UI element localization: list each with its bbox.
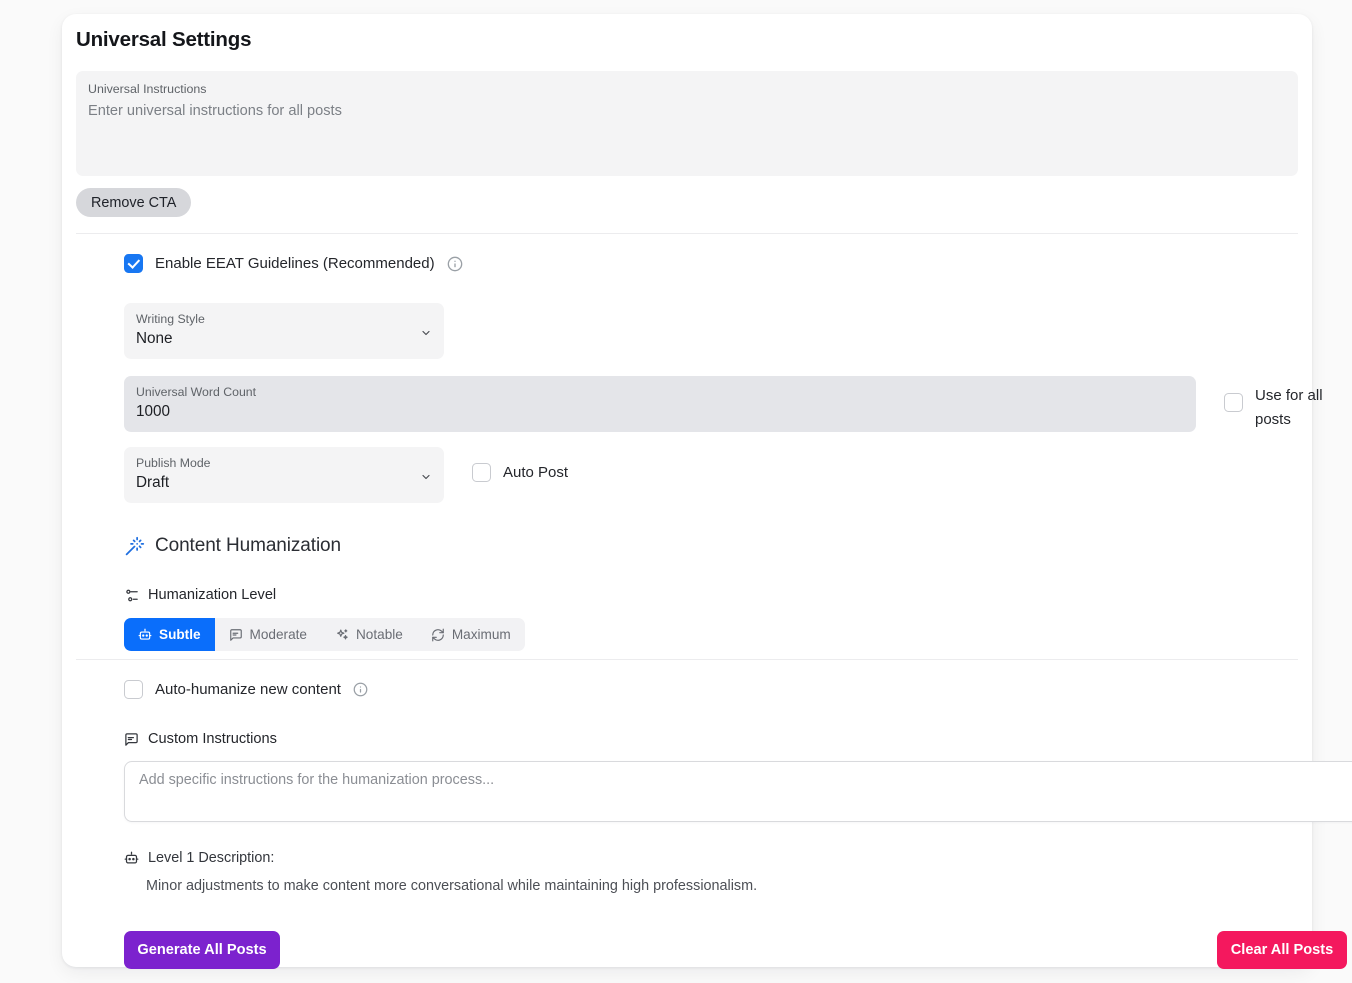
auto-post-row[interactable]: Auto Post [472, 463, 568, 482]
chevron-down-icon[interactable] [420, 327, 430, 337]
message-square-icon [229, 628, 243, 642]
auto-humanize-row[interactable]: Auto-humanize new content [124, 680, 368, 699]
page-root: Universal Settings Universal Instruction… [0, 0, 1352, 983]
custom-instructions-header: Custom Instructions [124, 731, 277, 747]
publish-mode-label: Publish Mode [136, 456, 211, 470]
auto-post-checkbox[interactable] [472, 463, 491, 482]
universal-settings-card: Universal Settings Universal Instruction… [62, 14, 1352, 969]
sliders-icon [124, 588, 139, 603]
custom-instructions-input[interactable]: Add specific instructions for the humani… [124, 761, 1352, 822]
info-circle-icon[interactable] [447, 256, 463, 272]
bot-icon [138, 628, 152, 642]
tab-maximum[interactable]: Maximum [417, 618, 525, 651]
universal-word-count-value: 1000 [136, 403, 171, 420]
remove-cta-button[interactable]: Remove CTA [76, 188, 192, 217]
message-square-icon [124, 732, 139, 747]
universal-word-count-label: Universal Word Count [136, 385, 257, 399]
auto-post-label: Auto Post [503, 464, 569, 481]
bot-icon [124, 851, 139, 866]
level-description-header: Level 1 Description: [124, 850, 274, 866]
custom-instructions-title: Custom Instructions [148, 731, 277, 747]
tab-notable-label: Notable [355, 627, 403, 642]
divider-humanization [76, 659, 1298, 660]
refresh-cw-icon [431, 628, 445, 642]
divider-top [76, 233, 1298, 234]
tab-maximum-label: Maximum [451, 627, 511, 642]
level-description-title: Level 1 Description: [148, 850, 275, 866]
auto-humanize-checkbox[interactable] [124, 680, 143, 699]
tab-moderate-label: Moderate [249, 627, 307, 642]
eeat-checkbox-row[interactable]: Enable EEAT Guidelines (Recommended) [124, 254, 463, 273]
use-for-all-posts-row[interactable]: Use for all posts [1224, 384, 1347, 432]
chevron-down-icon[interactable] [420, 471, 430, 481]
universal-word-count-field[interactable]: Universal Word Count 1000 [124, 376, 1196, 432]
eeat-label: Enable EEAT Guidelines (Recommended) [155, 255, 435, 272]
generate-all-posts-button[interactable]: Generate All Posts [124, 931, 280, 969]
universal-instructions-textarea[interactable]: Universal Instructions Enter universal i… [76, 71, 1298, 176]
page-title: Universal Settings [76, 28, 252, 51]
universal-instructions-label: Universal Instructions [88, 82, 207, 96]
humanization-level-title: Humanization Level [148, 587, 277, 603]
use-for-all-posts-label: Use for all posts [1255, 387, 1323, 428]
writing-style-select[interactable]: Writing Style None [124, 303, 444, 359]
info-circle-icon[interactable] [353, 682, 368, 697]
clear-all-posts-button[interactable]: Clear All Posts [1217, 931, 1347, 969]
tab-notable[interactable]: Notable [321, 618, 417, 651]
auto-humanize-label: Auto-humanize new content [155, 681, 341, 698]
tab-moderate[interactable]: Moderate [215, 618, 321, 651]
writing-style-label: Writing Style [136, 312, 205, 326]
content-humanization-header: Content Humanization [124, 535, 341, 557]
writing-style-value: None [136, 330, 173, 347]
publish-mode-select[interactable]: Publish Mode Draft [124, 447, 444, 503]
humanization-level-tabs: Subtle Moderate Notable Maximum [124, 618, 525, 651]
content-humanization-title: Content Humanization [155, 535, 341, 556]
tab-subtle-label: Subtle [159, 627, 201, 642]
level-description-text: Minor adjustments to make content more c… [146, 878, 758, 894]
tab-subtle[interactable]: Subtle [124, 618, 215, 651]
publish-mode-value: Draft [136, 474, 170, 491]
sparkles-icon [335, 628, 349, 642]
humanization-level-header: Humanization Level [124, 587, 276, 603]
universal-instructions-placeholder: Enter universal instructions for all pos… [88, 103, 342, 119]
use-for-all-posts-checkbox[interactable] [1224, 393, 1243, 412]
eeat-checkbox[interactable] [124, 254, 143, 273]
magic-wand-icon [124, 536, 145, 557]
